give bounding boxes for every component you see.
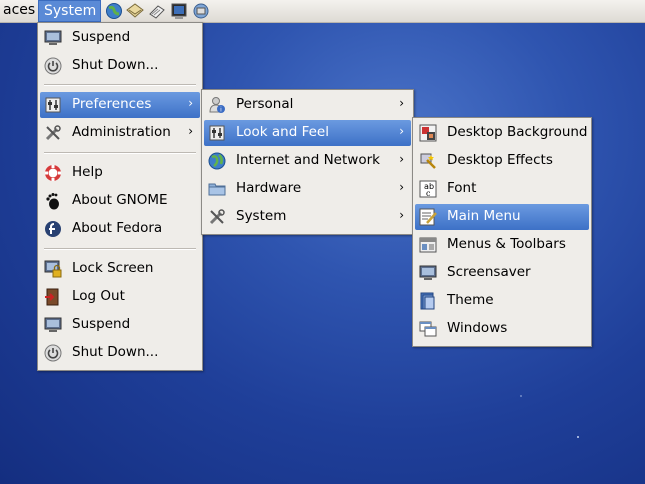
menu-item-label: Font (447, 180, 477, 196)
power-icon (44, 344, 62, 362)
logout-icon (44, 288, 62, 306)
menu-item-label: Help (72, 164, 103, 180)
mail-icon[interactable] (126, 2, 144, 20)
menu-item-menus-toolbars[interactable]: Menus & Toolbars (415, 232, 589, 258)
font-icon: abc (419, 180, 437, 198)
menu-item-main-menu[interactable]: Main Menu (415, 204, 589, 230)
gnome-foot-icon (44, 192, 62, 210)
menu-item-label: Desktop Effects (447, 152, 553, 168)
submenu-arrow-icon: › (399, 96, 404, 110)
effects-icon (419, 152, 437, 170)
menu-item-label: Personal (236, 96, 294, 112)
menu-item-label: Shut Down... (72, 57, 159, 73)
menu-item-label: Theme (447, 292, 494, 308)
personal-icon: i (208, 96, 226, 114)
menu-item-label: Shut Down... (72, 344, 159, 360)
system-menu[interactable]: System (38, 0, 101, 22)
menu-item-label: About GNOME (72, 192, 168, 208)
submenu-arrow-icon: › (399, 180, 404, 194)
globe-icon (208, 152, 226, 170)
places-menu[interactable]: aces (0, 0, 40, 22)
menu-item-windows[interactable]: Windows (415, 316, 589, 342)
monitor-icon (44, 29, 62, 47)
theme-icon (419, 292, 437, 310)
menu-item-label: Suspend (72, 316, 131, 332)
menu-item-about-gnome[interactable]: About GNOME (40, 188, 200, 214)
menu-item-personal[interactable]: i Personal › (204, 92, 411, 118)
menu-item-system[interactable]: System › (204, 204, 411, 230)
look-and-feel-submenu: Desktop Background Desktop Effects abc F… (412, 117, 592, 347)
submenu-arrow-icon: › (399, 208, 404, 222)
menu-item-font[interactable]: abc Font (415, 176, 589, 202)
separator (44, 84, 196, 86)
preferences-icon (44, 96, 62, 114)
menu-item-label: Internet and Network (236, 152, 380, 168)
menu-item-label: Look and Feel (236, 124, 329, 140)
top-panel: aces System (0, 0, 645, 23)
desktop-star (520, 395, 522, 397)
menu-item-label: Hardware (236, 180, 302, 196)
menu-item-label: Lock Screen (72, 260, 154, 276)
separator (44, 152, 196, 154)
menu-item-label: Suspend (72, 29, 131, 45)
web-browser-icon[interactable] (105, 2, 123, 20)
menu-item-label: Main Menu (447, 208, 521, 224)
menu-item-label: Menus & Toolbars (447, 236, 566, 252)
menu-item-lock-screen[interactable]: Lock Screen (40, 256, 200, 282)
menu-item-shutdown[interactable]: Shut Down... (40, 340, 200, 366)
menu-item-label: Log Out (72, 288, 125, 304)
menu-item-label: System (236, 208, 287, 224)
preferences-icon (208, 124, 226, 142)
menu-item-administration[interactable]: Administration › (40, 120, 200, 146)
preferences-submenu: i Personal › Look and Feel › Internet an… (201, 89, 414, 235)
separator (44, 248, 196, 250)
menu-item-label: Screensaver (447, 264, 531, 280)
menu-item-suspend[interactable]: Suspend (40, 25, 200, 51)
menu-item-label: Windows (447, 320, 508, 336)
wallpaper-icon (419, 124, 437, 142)
terminal-icon[interactable] (170, 2, 188, 20)
menu-item-desktop-background[interactable]: Desktop Background (415, 120, 589, 146)
submenu-arrow-icon: › (399, 152, 404, 166)
menu-item-label: About Fedora (72, 220, 163, 236)
menu-item-shutdown[interactable]: Shut Down... (40, 53, 200, 79)
menu-item-desktop-effects[interactable]: Desktop Effects (415, 148, 589, 174)
menu-item-preferences[interactable]: Preferences › (40, 92, 200, 118)
lock-icon (44, 260, 62, 278)
tools-icon (208, 208, 226, 226)
desktop-star (577, 436, 579, 438)
submenu-arrow-icon: › (188, 124, 193, 138)
fedora-icon (44, 220, 62, 238)
submenu-arrow-icon: › (188, 96, 193, 110)
folder-icon (208, 180, 226, 198)
menu-item-look-and-feel[interactable]: Look and Feel › (204, 120, 411, 146)
menu-item-logout[interactable]: Log Out (40, 284, 200, 310)
menu-item-label: Preferences (72, 96, 152, 112)
menu-item-internet-network[interactable]: Internet and Network › (204, 148, 411, 174)
menu-item-label: Desktop Background (447, 124, 588, 140)
menu-item-screensaver[interactable]: Screensaver (415, 260, 589, 286)
system-dropdown: Suspend Shut Down... Preferences › Admin… (37, 22, 203, 371)
note-editor-icon[interactable] (148, 2, 166, 20)
menu-item-suspend[interactable]: Suspend (40, 312, 200, 338)
remote-icon[interactable] (192, 2, 210, 20)
submenu-arrow-icon: › (399, 124, 404, 138)
toolbars-icon (419, 236, 437, 254)
help-icon (44, 164, 62, 182)
monitor-icon (419, 264, 437, 282)
tools-icon (44, 124, 62, 142)
main-menu-icon (419, 208, 437, 226)
menu-item-label: Administration (72, 124, 171, 140)
menu-item-about-fedora[interactable]: About Fedora (40, 216, 200, 242)
windows-icon (419, 320, 437, 338)
monitor-icon (44, 316, 62, 334)
menu-item-help[interactable]: Help (40, 160, 200, 186)
svg-text:c: c (426, 189, 431, 198)
power-icon (44, 57, 62, 75)
menu-item-theme[interactable]: Theme (415, 288, 589, 314)
menu-item-hardware[interactable]: Hardware › (204, 176, 411, 202)
